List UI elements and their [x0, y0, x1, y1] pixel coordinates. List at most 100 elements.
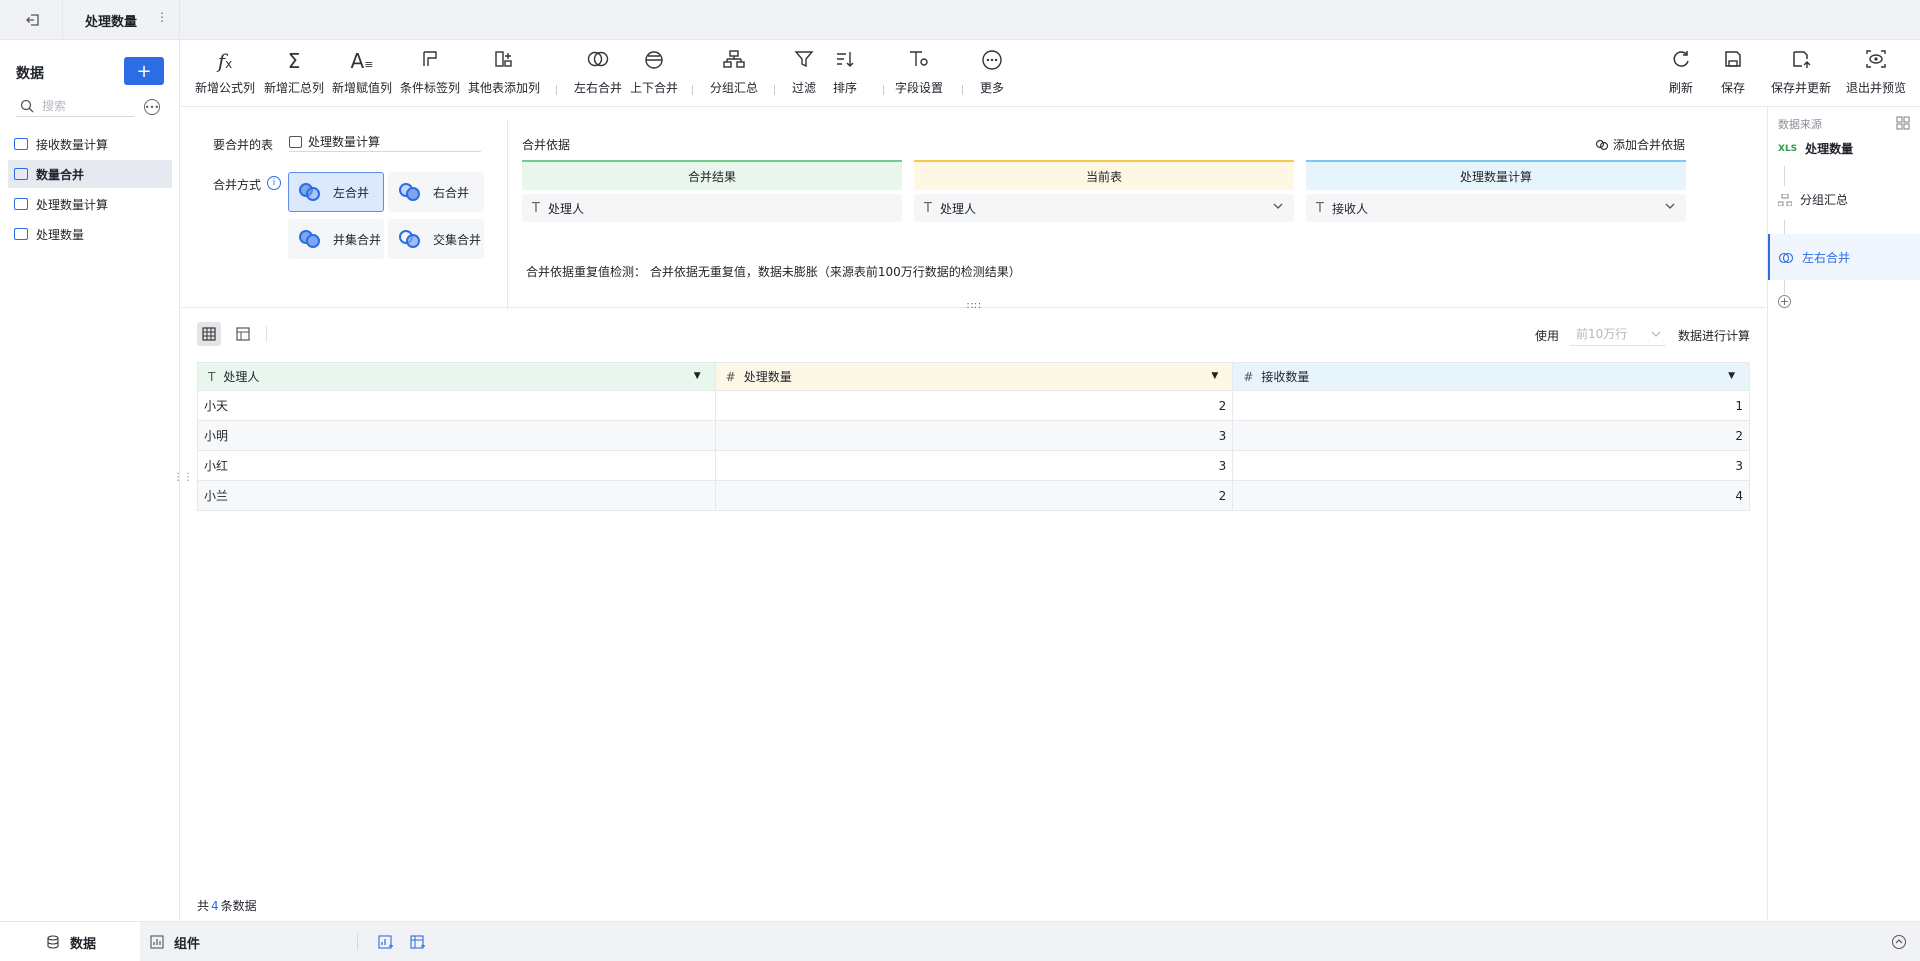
- flag-icon: [420, 49, 440, 73]
- target-table-header: 处理数量计算: [1306, 160, 1686, 190]
- row-limit-select[interactable]: 前10万行: [1570, 322, 1666, 346]
- cell[interactable]: 2: [1232, 420, 1750, 451]
- divider: [883, 85, 884, 95]
- table-row: 小天 2 1: [197, 390, 1750, 421]
- refresh-button[interactable]: 刷新: [1669, 49, 1693, 96]
- search-icon: [20, 99, 34, 112]
- exit-and-preview-button[interactable]: 退出并预览: [1846, 49, 1906, 96]
- cell[interactable]: 4: [1232, 480, 1750, 511]
- cell[interactable]: 1: [1232, 390, 1750, 421]
- current-table-field-select[interactable]: T 处理人: [914, 194, 1294, 222]
- target-table-field-select[interactable]: T 接收人: [1306, 194, 1686, 222]
- assign-icon: A≡: [350, 49, 374, 73]
- tab-components[interactable]: 组件: [150, 922, 356, 961]
- sigma-icon: Σ: [287, 49, 301, 73]
- sidebar-item[interactable]: 接收数量计算: [8, 130, 172, 158]
- panel-resize-handle-icon[interactable]: ⋮⋮: [173, 472, 193, 483]
- chevron-down-icon: [1651, 331, 1661, 337]
- add-data-button[interactable]: +: [124, 57, 164, 85]
- condition-tag-column-button[interactable]: 条件标签列: [400, 49, 460, 96]
- info-icon[interactable]: i: [267, 176, 281, 190]
- group-icon: [723, 49, 745, 73]
- caret-down-icon[interactable]: ▼: [1211, 371, 1218, 381]
- sidebar-item[interactable]: 处理数量计算: [8, 190, 172, 218]
- left-right-merge-button[interactable]: 左右合并: [574, 49, 622, 96]
- divider: [266, 326, 267, 342]
- text-type-icon: T: [208, 370, 216, 384]
- cell[interactable]: 小明: [197, 420, 716, 451]
- add-step-icon[interactable]: +: [1778, 295, 1791, 308]
- field-settings-button[interactable]: 字段设置: [895, 49, 943, 96]
- table-view-icon[interactable]: [231, 322, 255, 346]
- table-row: 小红 3 3: [197, 450, 1750, 481]
- cell[interactable]: 小兰: [197, 480, 716, 511]
- save-and-update-button[interactable]: 保存并更新: [1771, 49, 1831, 96]
- join-lr-icon: [587, 49, 609, 73]
- number-type-icon: #: [1243, 370, 1254, 384]
- more-menu-icon[interactable]: ⋮: [156, 10, 168, 24]
- filter-icon: [794, 49, 814, 73]
- cell[interactable]: 3: [714, 420, 1234, 451]
- venn-intersection-icon: [399, 230, 421, 248]
- caret-down-icon[interactable]: ▼: [1728, 371, 1735, 381]
- back-icon[interactable]: [22, 9, 44, 31]
- add-assign-column-button[interactable]: A≡ 新增赋值列: [332, 49, 392, 96]
- grid-view-icon[interactable]: [197, 322, 221, 346]
- group-summary-button[interactable]: 分组汇总: [710, 49, 758, 96]
- intersection-merge-option[interactable]: 交集合并: [388, 219, 484, 259]
- table-icon: [14, 228, 28, 240]
- sort-button[interactable]: 排序: [833, 49, 857, 96]
- union-merge-option[interactable]: 并集合并: [288, 219, 384, 259]
- merge-config-panel: 要合并的表 处理数量计算 合并方式 i 左合并 右合并 并集合并 交集合并 合并…: [181, 108, 1766, 312]
- top-bottom-merge-button[interactable]: 上下合并: [630, 49, 678, 96]
- text-type-icon: T: [532, 200, 540, 216]
- merge-result-header: 合并结果: [522, 160, 902, 190]
- table-icon: [14, 138, 28, 150]
- cell[interactable]: 小红: [197, 450, 716, 481]
- merge-table-select[interactable]: 处理数量计算: [289, 132, 481, 152]
- column-header[interactable]: # 接收数量 ▼: [1232, 362, 1750, 391]
- right-merge-option[interactable]: 右合并: [388, 172, 484, 212]
- link-icon: [1595, 139, 1609, 150]
- cell[interactable]: 2: [714, 390, 1234, 421]
- cell[interactable]: 小天: [197, 390, 716, 421]
- add-merge-basis-button[interactable]: 添加合并依据: [1595, 136, 1685, 153]
- divider: [774, 85, 775, 95]
- step-group-summary[interactable]: 分组汇总: [1778, 191, 1848, 208]
- divider: [507, 120, 508, 310]
- step-left-right-merge[interactable]: 左右合并: [1768, 234, 1920, 280]
- filter-button[interactable]: 过滤: [792, 49, 816, 96]
- sidebar-title: 数据: [16, 66, 44, 82]
- more-options-icon[interactable]: •••: [144, 99, 160, 115]
- tab-data[interactable]: 数据: [0, 922, 140, 961]
- top-bar: 处理数量 ⋮: [0, 0, 1920, 40]
- page-title: 处理数量: [85, 15, 138, 30]
- layout-icon[interactable]: [1896, 116, 1910, 133]
- column-header[interactable]: T 处理人 ▼: [197, 362, 716, 391]
- more-button[interactable]: 更多: [980, 49, 1004, 96]
- chevron-down-icon: [1272, 200, 1284, 215]
- step-source[interactable]: XLS 处理数量: [1778, 140, 1853, 157]
- cell[interactable]: 3: [1232, 450, 1750, 481]
- add-chart-icon[interactable]: [378, 935, 394, 952]
- venn-right-icon: [399, 183, 421, 201]
- cell[interactable]: 3: [714, 450, 1234, 481]
- bottom-bar: 数据 组件: [0, 921, 1920, 961]
- cell[interactable]: 2: [714, 480, 1234, 511]
- column-header[interactable]: # 处理数量 ▼: [714, 362, 1234, 391]
- add-formula-column-button[interactable]: fx 新增公式列: [195, 49, 255, 96]
- add-column-from-other-table-button[interactable]: 其他表添加列: [468, 49, 540, 96]
- table-icon: [14, 198, 28, 210]
- data-table: T 处理人 ▼ # 处理数量 ▼ # 接收数量 ▼ 小天 2 1 小明 3 2 小红 3 3 小兰 2 4: [197, 362, 1750, 511]
- data-sidebar: 数据 + 搜索 ••• 接收数量计算 数量合并 处理数量计算 处理数量: [0, 41, 180, 921]
- sidebar-item[interactable]: 数量合并: [8, 160, 172, 188]
- refresh-icon: [1671, 49, 1691, 73]
- sidebar-item[interactable]: 处理数量: [8, 220, 172, 248]
- add-table-icon[interactable]: [410, 935, 426, 952]
- caret-down-icon[interactable]: ▼: [694, 371, 701, 381]
- save-button[interactable]: 保存: [1721, 49, 1745, 96]
- search-input[interactable]: 搜索: [16, 95, 134, 117]
- add-summary-column-button[interactable]: Σ 新增汇总列: [264, 49, 324, 96]
- left-merge-option[interactable]: 左合并: [288, 172, 384, 212]
- collapse-icon[interactable]: [1892, 935, 1906, 949]
